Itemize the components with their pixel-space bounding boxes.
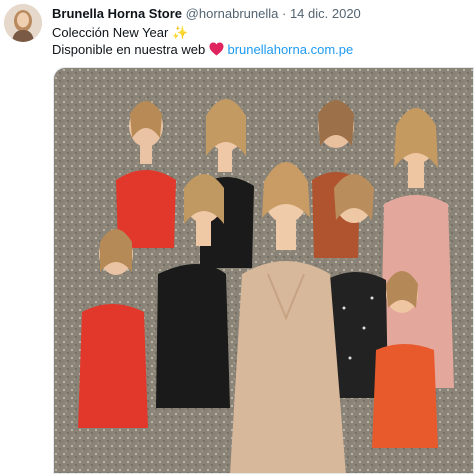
avatar[interactable] bbox=[4, 4, 42, 42]
tweet-line-1-text: Colección New Year bbox=[52, 25, 169, 40]
user-handle[interactable]: @hornabrunella bbox=[186, 6, 279, 21]
sparkles-icon: ✨ bbox=[171, 25, 189, 40]
red-heart-icon bbox=[209, 42, 224, 60]
tweet-line-1: Colección New Year ✨ bbox=[52, 24, 353, 41]
website-link[interactable]: brunellahorna.com.pe bbox=[227, 42, 353, 57]
profile-photo-icon bbox=[4, 4, 42, 42]
tweet-line-2: Disponible en nuestra web brunellahorna.… bbox=[52, 41, 353, 60]
tweet-text: Colección New Year ✨ Disponible en nuest… bbox=[52, 24, 353, 60]
collage-photo bbox=[54, 68, 473, 473]
display-name[interactable]: Brunella Horna Store bbox=[52, 6, 182, 21]
tweet-media-image[interactable] bbox=[53, 67, 474, 474]
separator-dot: · bbox=[281, 6, 287, 21]
tweet-date[interactable]: 14 dic. 2020 bbox=[290, 6, 361, 21]
tweet-line-2-text: Disponible en nuestra web bbox=[52, 42, 206, 57]
tweet-header: Brunella Horna Store @hornabrunella · 14… bbox=[52, 6, 361, 22]
tweet[interactable]: Brunella Horna Store @hornabrunella · 14… bbox=[0, 0, 474, 474]
